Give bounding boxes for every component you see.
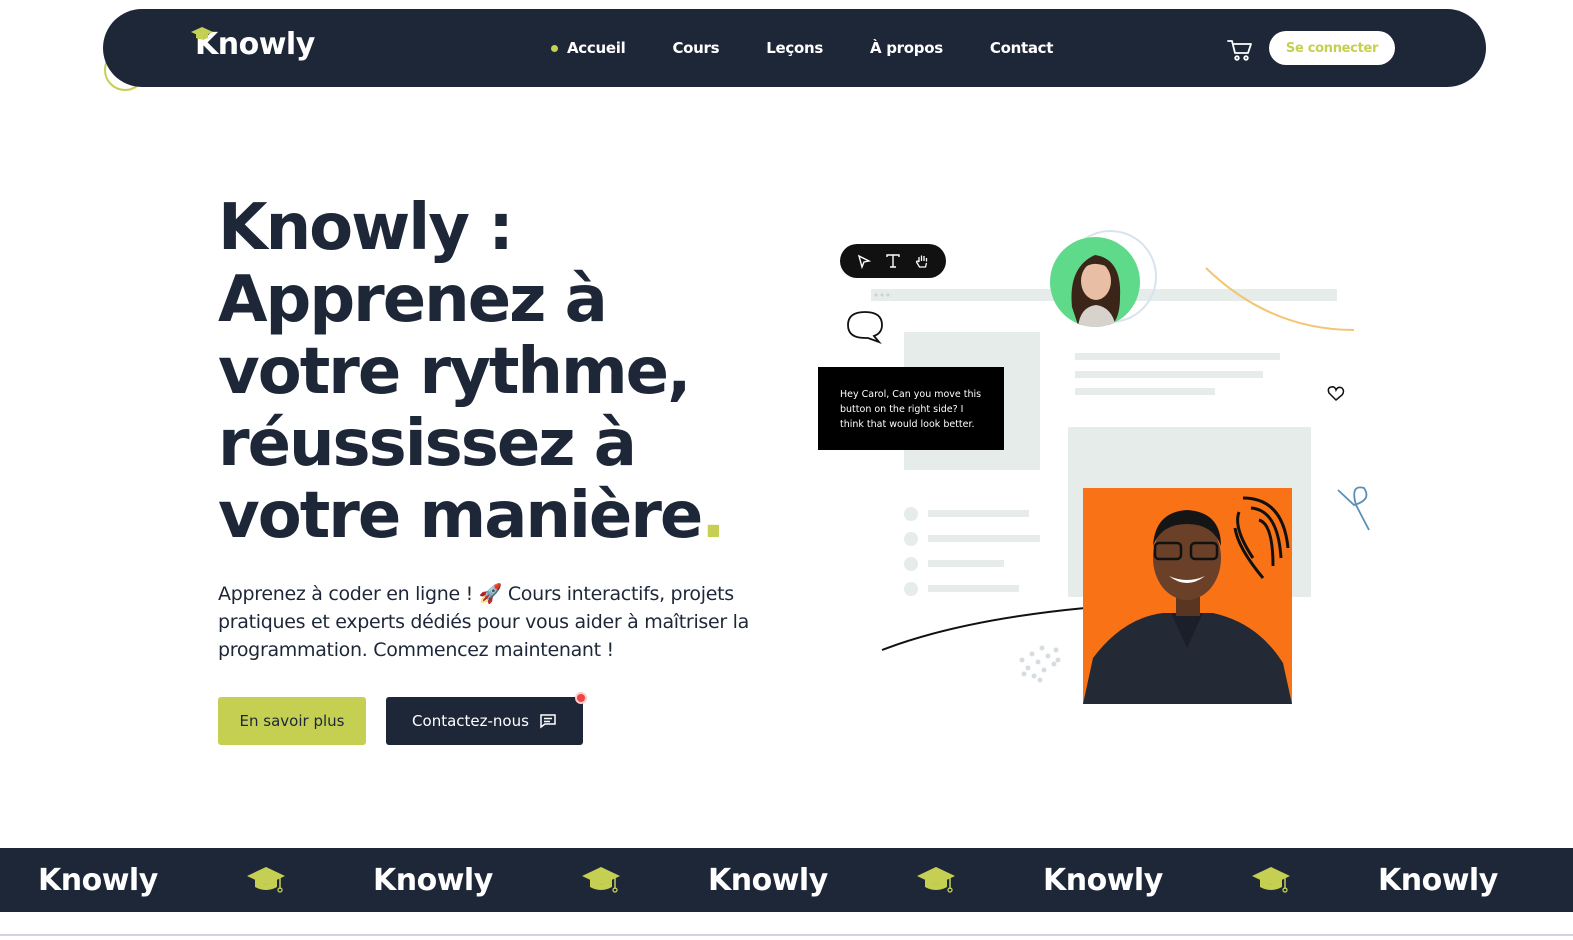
banner-logo: Knowly — [708, 862, 828, 898]
notification-dot — [575, 692, 587, 704]
divider — [0, 934, 1573, 936]
hero-title-line: Knowly : — [218, 191, 514, 265]
nav-link-label: Accueil — [567, 39, 626, 57]
nav-link-cours[interactable]: Cours — [672, 39, 719, 57]
hero-title: Knowly : Apprenez à votre rythme, réussi… — [218, 192, 818, 552]
banner-logo: Knowly — [1043, 862, 1163, 898]
graduation-cap-icon — [1252, 867, 1290, 893]
hero-description: Apprenez à coder en ligne ! 🚀 Cours inte… — [218, 583, 749, 661]
navbar: Knowly Accueil Cours Leçons À propos Con… — [103, 9, 1486, 87]
nav-links: Accueil Cours Leçons À propos Contact — [551, 9, 1100, 87]
accent-dot: . — [701, 479, 725, 553]
message-icon — [540, 714, 556, 729]
graduation-cap-icon — [917, 867, 955, 893]
speech-bubble-icon — [847, 311, 883, 344]
hero-title-line: votre rythme, — [218, 335, 691, 409]
avatar — [1050, 237, 1140, 327]
contact-button-label: Contactez-nous — [412, 712, 529, 730]
banner-logo: Knowly — [373, 862, 493, 898]
hero-title-line: Apprenez à — [218, 263, 608, 337]
login-button[interactable]: Se connecter — [1269, 31, 1395, 65]
banner-logo: Knowly — [1378, 862, 1498, 898]
text-tool-icon[interactable] — [885, 253, 901, 269]
editor-toolbar — [840, 244, 946, 278]
profile-photo — [1083, 488, 1292, 704]
learn-more-button[interactable]: En savoir plus — [218, 697, 366, 745]
nav-link-accueil[interactable]: Accueil — [551, 39, 626, 57]
hero-title-line: votre manière — [218, 479, 703, 553]
banner-logo: Knowly — [38, 862, 158, 898]
cart-icon[interactable] — [1227, 38, 1253, 62]
cursor-icon[interactable] — [856, 253, 872, 269]
active-indicator — [551, 44, 558, 52]
hero-title-line: réussissez à — [218, 407, 637, 481]
hand-icon[interactable] — [914, 253, 930, 269]
heart-icon — [1327, 386, 1345, 402]
brand-banner: Knowly Knowly Knowly Knowly Knowly — [0, 848, 1573, 912]
chat-message: Hey Carol, Can you move this button on t… — [818, 367, 1004, 450]
nav-link-lecons[interactable]: Leçons — [766, 39, 823, 57]
graduation-cap-icon — [191, 27, 213, 40]
contact-button[interactable]: Contactez-nous — [386, 697, 583, 745]
logo[interactable]: Knowly — [191, 25, 315, 65]
graduation-cap-icon — [582, 867, 620, 893]
nav-link-contact[interactable]: Contact — [990, 39, 1054, 57]
graduation-cap-icon — [247, 867, 285, 893]
nav-link-a-propos[interactable]: À propos — [870, 39, 943, 57]
